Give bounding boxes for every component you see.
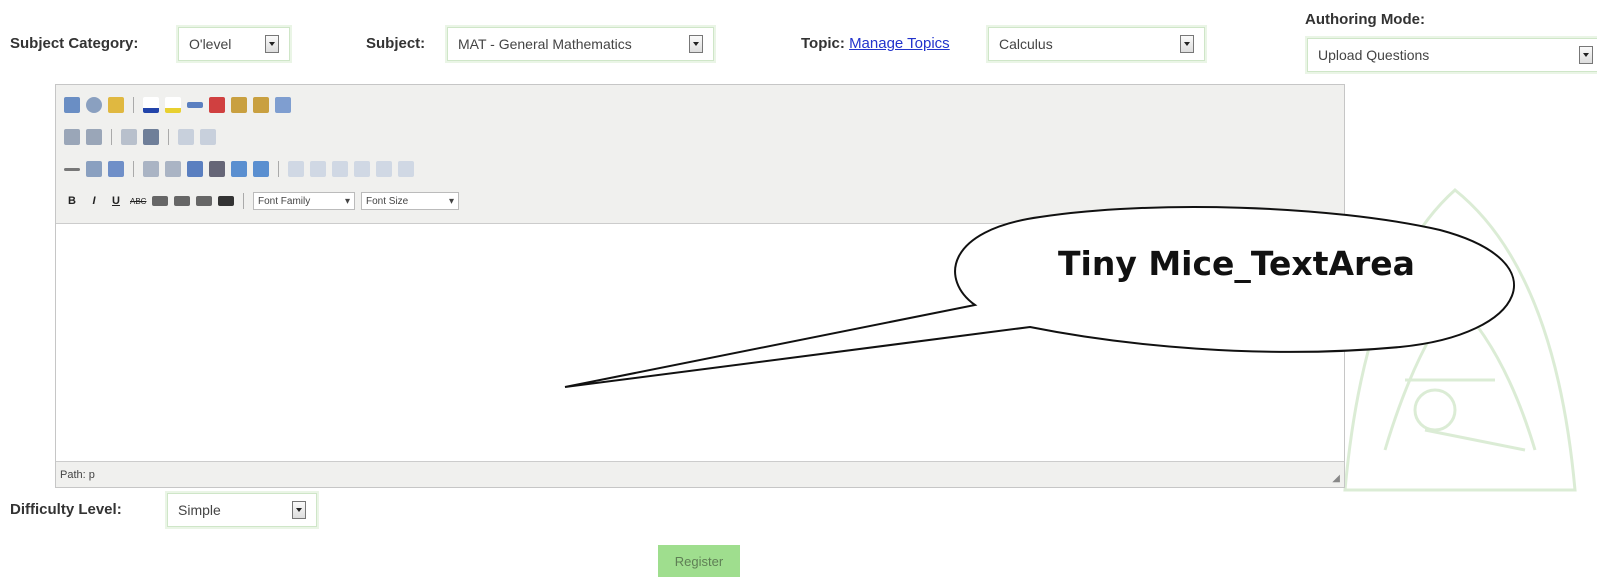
difficulty-level-label: Difficulty Level: xyxy=(10,501,122,518)
topic-value: Calculus xyxy=(999,36,1053,52)
font-size-dropdown[interactable]: Font Size ▾ xyxy=(361,192,459,210)
strikethrough-icon[interactable]: ABC xyxy=(130,197,146,206)
toolbar-separator xyxy=(133,97,134,113)
media-embed-icon[interactable] xyxy=(231,161,247,177)
visual-aid-icon[interactable] xyxy=(108,161,124,177)
row-icon[interactable] xyxy=(332,161,348,177)
register-button[interactable]: Register xyxy=(658,545,740,577)
chevron-down-icon xyxy=(1579,46,1593,64)
topic-label: Topic: Manage Topics xyxy=(801,35,950,52)
rich-text-editor[interactable]: B I U ABC Font Family ▾ Font Size ▾ Path: … xyxy=(55,84,1345,488)
eraser-icon[interactable] xyxy=(86,161,102,177)
image-icon[interactable] xyxy=(209,97,225,113)
column-icon[interactable] xyxy=(354,161,370,177)
editor-path-bar: Path: p ◢ xyxy=(56,461,1344,487)
italic-icon[interactable]: I xyxy=(86,195,102,207)
topic-label-text: Topic: xyxy=(801,35,845,52)
paste-icon[interactable] xyxy=(64,97,80,113)
indent-icon[interactable] xyxy=(143,129,159,145)
subject-label: Subject: xyxy=(366,35,426,52)
template-icon[interactable] xyxy=(253,97,269,113)
chevron-down-icon: ▾ xyxy=(448,195,454,207)
chevron-down-icon xyxy=(1180,35,1194,53)
chevron-down-icon: ▾ xyxy=(344,195,350,207)
split-icon[interactable] xyxy=(398,161,414,177)
toolbar-separator xyxy=(168,129,169,145)
editor-path-text: Path: p xyxy=(60,468,95,481)
authoring-mode-label: Authoring Mode: xyxy=(1305,11,1425,28)
subject-value: MAT - General Mathematics xyxy=(458,36,632,52)
highlight-color-icon[interactable] xyxy=(165,97,181,113)
check-icon[interactable] xyxy=(108,97,124,113)
superscript-icon[interactable] xyxy=(165,161,181,177)
subject-select[interactable]: MAT - General Mathematics xyxy=(447,27,714,61)
underline-icon[interactable]: U xyxy=(108,195,124,207)
edit-icon[interactable] xyxy=(253,161,269,177)
bold-icon[interactable]: B xyxy=(64,195,80,207)
bullet-list-icon[interactable] xyxy=(64,129,80,145)
horizontal-rule-icon[interactable] xyxy=(64,167,80,171)
font-family-placeholder: Font Family xyxy=(258,195,311,207)
font-family-dropdown[interactable]: Font Family ▾ xyxy=(253,192,355,210)
table-icon[interactable] xyxy=(288,161,304,177)
subject-category-select[interactable]: O'level xyxy=(178,27,290,61)
subject-category-label: Subject Category: xyxy=(10,35,139,52)
redo-icon[interactable] xyxy=(200,129,216,145)
toolbar-separator xyxy=(243,193,244,209)
close-icon[interactable] xyxy=(275,97,291,113)
numbered-list-icon[interactable] xyxy=(86,129,102,145)
subscript-icon[interactable] xyxy=(143,161,159,177)
watermark-seal xyxy=(1343,188,1577,492)
callout-text: Tiny Mice_TextArea xyxy=(1058,244,1415,283)
spellcheck-icon[interactable] xyxy=(86,97,102,113)
line-icon[interactable] xyxy=(187,102,203,108)
table-props-icon[interactable] xyxy=(310,161,326,177)
chevron-down-icon xyxy=(292,501,306,519)
media-icon[interactable] xyxy=(231,97,247,113)
subject-category-value: O'level xyxy=(189,36,232,52)
authoring-mode-value: Upload Questions xyxy=(1318,47,1430,63)
toolbar-separator xyxy=(278,161,279,177)
manage-topics-link[interactable]: Manage Topics xyxy=(849,35,950,52)
align-right-icon[interactable] xyxy=(196,196,212,206)
align-left-icon[interactable] xyxy=(152,196,168,206)
merge-icon[interactable] xyxy=(376,161,392,177)
font-size-placeholder: Font Size xyxy=(366,195,409,207)
difficulty-level-value: Simple xyxy=(178,502,221,518)
chevron-down-icon xyxy=(265,35,279,53)
font-color-icon[interactable] xyxy=(143,97,159,113)
align-center-icon[interactable] xyxy=(174,196,190,206)
editor-toolbar: B I U ABC Font Family ▾ Font Size ▾ xyxy=(56,85,1344,224)
topic-select[interactable]: Calculus xyxy=(988,27,1205,61)
toolbar-separator xyxy=(111,129,112,145)
authoring-mode-select[interactable]: Upload Questions xyxy=(1307,38,1597,72)
resize-handle-icon[interactable]: ◢ xyxy=(1332,473,1340,484)
outdent-icon[interactable] xyxy=(121,129,137,145)
special-char-icon[interactable] xyxy=(187,161,203,177)
chevron-down-icon xyxy=(689,35,703,53)
toolbar-separator xyxy=(133,161,134,177)
undo-icon[interactable] xyxy=(178,129,194,145)
difficulty-level-select[interactable]: Simple xyxy=(167,493,317,527)
align-justify-icon[interactable] xyxy=(218,196,234,206)
emoticon-icon[interactable] xyxy=(209,161,225,177)
